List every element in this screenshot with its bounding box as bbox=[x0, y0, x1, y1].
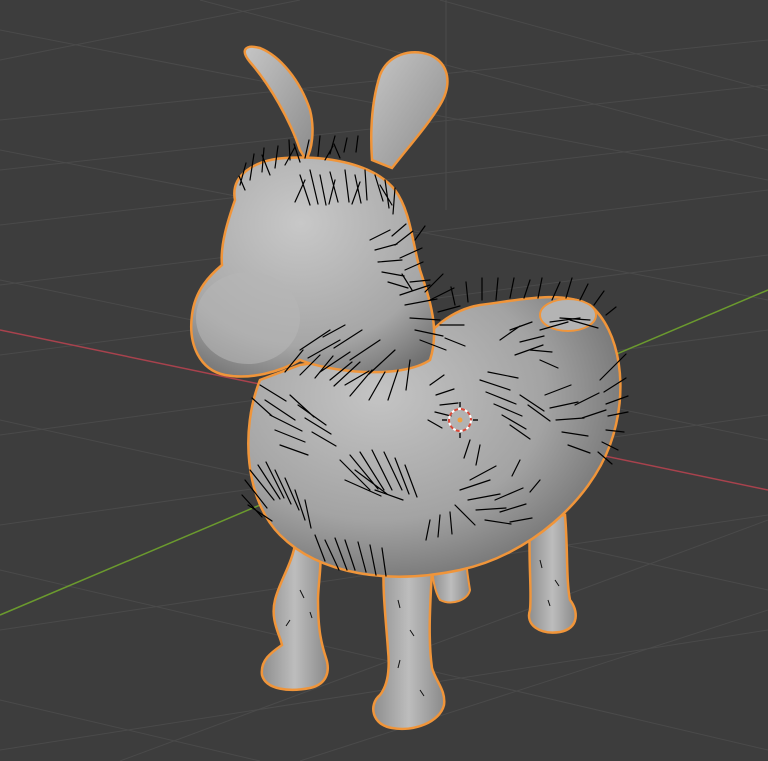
tail-bump bbox=[539, 298, 597, 332]
fuzzy-creature[interactable] bbox=[190, 45, 629, 731]
viewport-canvas[interactable] bbox=[0, 0, 768, 761]
ear-left bbox=[243, 45, 314, 163]
front-leg-left bbox=[260, 538, 329, 692]
snout bbox=[196, 272, 300, 364]
ear-right bbox=[370, 51, 449, 170]
3d-viewport[interactable] bbox=[0, 0, 768, 761]
